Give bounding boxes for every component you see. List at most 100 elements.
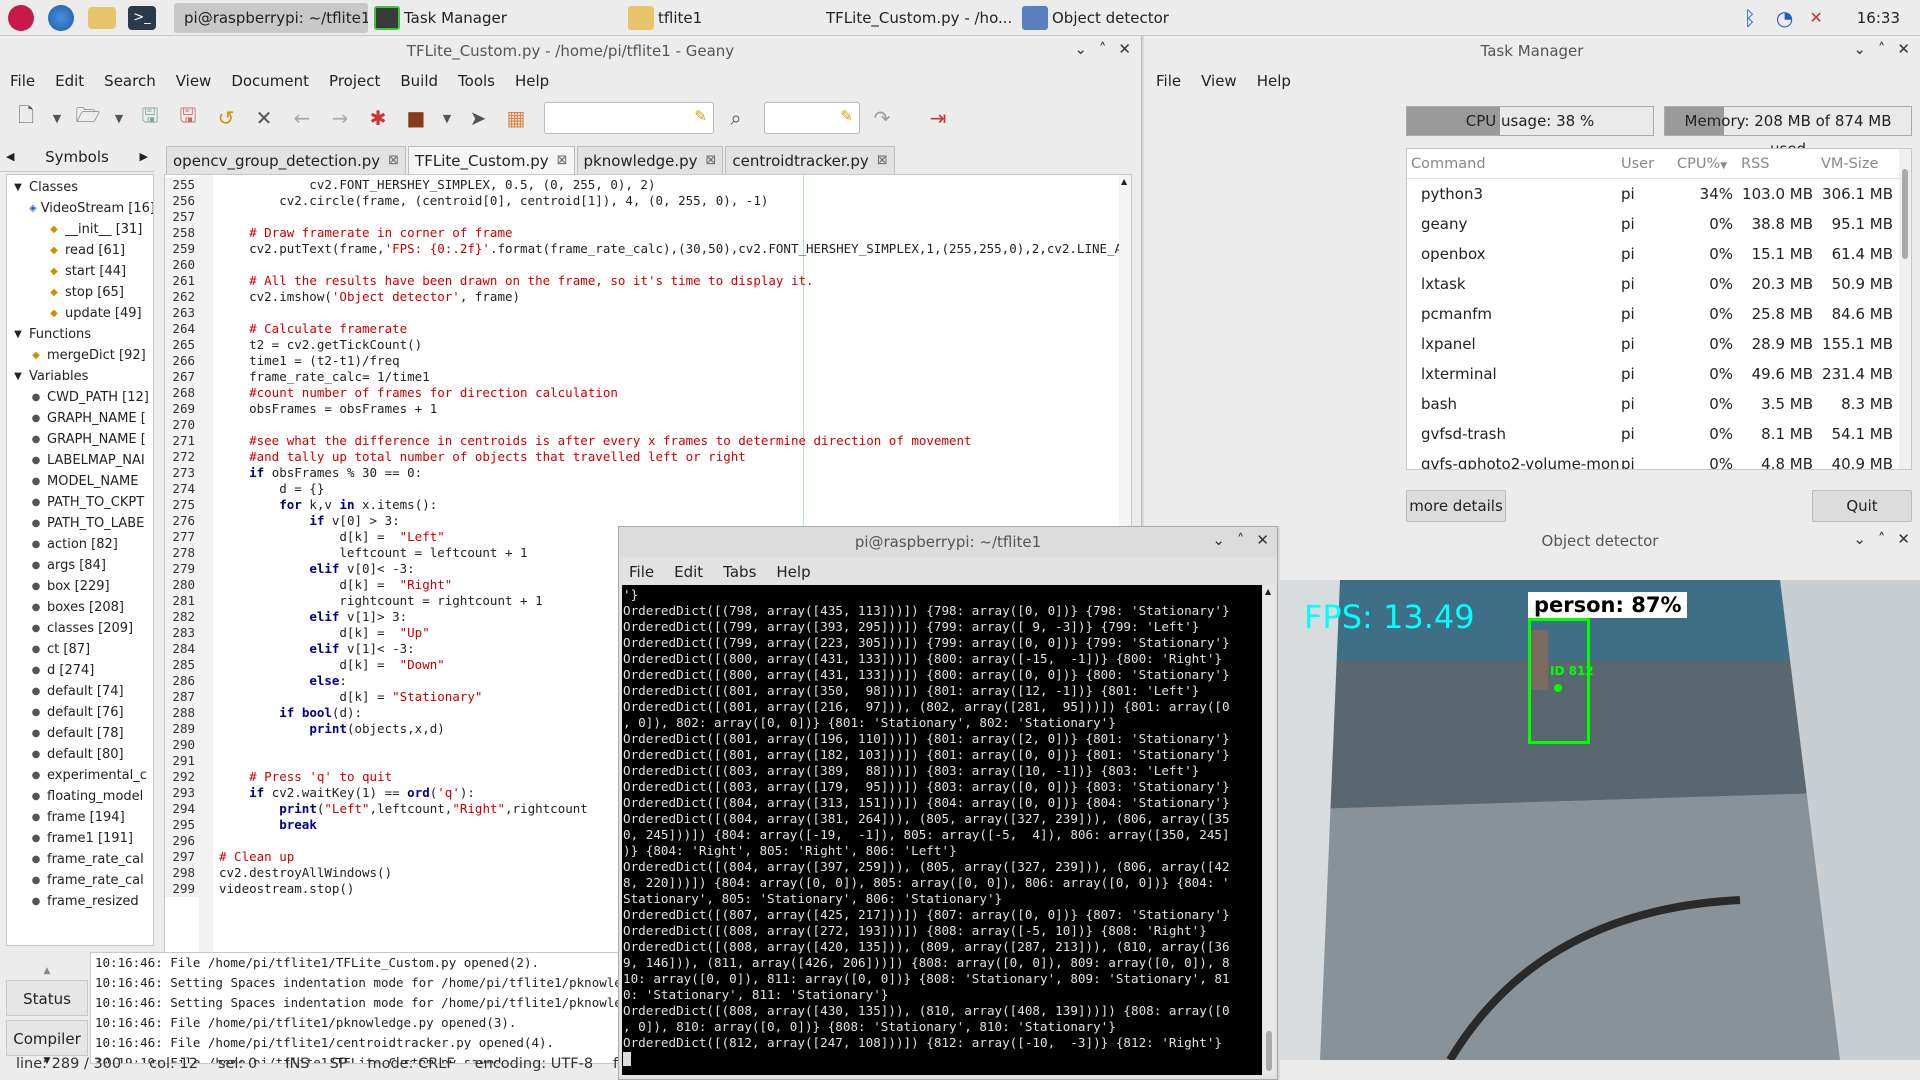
clock[interactable]: 16:33	[1857, 9, 1900, 27]
tm-menu-help[interactable]: Help	[1247, 72, 1301, 90]
process-row[interactable]: geany pi 0% 38.8 MB 95.1 MB	[1407, 209, 1911, 239]
file-manager-icon[interactable]	[88, 6, 116, 29]
tab-tflite-custom[interactable]: TFLite_Custom.py ⊠	[408, 146, 575, 174]
code-line[interactable]: cv2.putText(frame,'FPS: {0:.2f}'.format(…	[219, 241, 1131, 257]
term-menu-edit[interactable]: Edit	[664, 563, 713, 581]
taskbar-task-terminal[interactable]: pi@raspberrypi: ~/tflite1	[174, 2, 368, 33]
symbol-item[interactable]: ◆ __init__ [31]	[7, 219, 153, 240]
process-row[interactable]: lxterminal pi 0% 49.6 MB 231.4 MB	[1407, 359, 1911, 389]
term-menu-help[interactable]: Help	[766, 563, 820, 581]
symbol-item[interactable]: ● frame1 [191]	[7, 828, 153, 849]
taskbar-task-object-detector[interactable]: Object detector	[1016, 3, 1210, 33]
build-icon[interactable]: ■	[400, 102, 432, 134]
process-row[interactable]: gvfsd-trash pi 0% 8.1 MB 54.1 MB	[1407, 419, 1911, 449]
symbol-item[interactable]: ◆ read [61]	[7, 240, 153, 261]
code-line[interactable]: if obsFrames % 30 == 0:	[219, 465, 1119, 481]
code-line[interactable]: cv2.circle(frame, (centroid[0], centroid…	[219, 193, 1119, 209]
term-menu-tabs[interactable]: Tabs	[713, 563, 766, 581]
minimize-icon[interactable]: ⌄	[1074, 40, 1087, 58]
back-icon[interactable]: ←	[286, 102, 318, 134]
menu-file[interactable]: File	[0, 72, 45, 90]
term-scroll-up-icon[interactable]: ▲	[1265, 587, 1271, 596]
symbol-item[interactable]: ▼ Classes	[7, 177, 153, 198]
forward-icon[interactable]: →	[324, 102, 356, 134]
code-line[interactable]: for k,v in x.items():	[219, 497, 1119, 513]
color-chooser-icon[interactable]: ▦	[500, 102, 532, 134]
menu-document[interactable]: Document	[221, 72, 319, 90]
more-details-button[interactable]: more details	[1406, 490, 1506, 522]
tab-close-icon[interactable]: ⊠	[877, 153, 888, 168]
code-line[interactable]: # All the results have been drawn on the…	[219, 273, 1119, 289]
compile-icon[interactable]: ✱	[362, 102, 394, 134]
symbol-item[interactable]: ◆ stop [65]	[7, 282, 153, 303]
task-manager-title-bar[interactable]: Task Manager ⌄ ˄ ✕	[1144, 36, 1920, 66]
code-line[interactable]: t2 = cv2.getTickCount()	[219, 337, 1119, 353]
code-line[interactable]: # Calculate framerate	[219, 321, 1119, 337]
symbol-item[interactable]: ● default [74]	[7, 681, 153, 702]
code-line[interactable]	[219, 417, 1119, 433]
symbol-item[interactable]: ● frame_rate_cal	[7, 849, 153, 870]
symbol-item[interactable]: ◆ start [44]	[7, 261, 153, 282]
symbols-tab[interactable]: Symbols	[45, 148, 109, 166]
code-line[interactable]	[219, 209, 1119, 225]
terminal-title-bar[interactable]: pi@raspberrypi: ~/tflite1 ⌄ ˄ ✕	[619, 527, 1277, 557]
quit-icon[interactable]: ⇥	[922, 102, 954, 134]
maximize-icon[interactable]: ˄	[1878, 40, 1886, 58]
tab-close-icon[interactable]: ⊠	[388, 153, 399, 168]
raspberry-menu-icon[interactable]	[8, 4, 34, 31]
close-icon[interactable]: ✕	[1256, 531, 1269, 549]
process-table-scrollbar[interactable]	[1899, 149, 1911, 469]
new-file-icon[interactable]: 🗋	[10, 102, 42, 134]
code-line[interactable]: #see what the difference in centroids is…	[219, 433, 1119, 449]
terminal-icon[interactable]: >_	[128, 5, 156, 30]
symbol-item[interactable]: ● default [80]	[7, 744, 153, 765]
code-line[interactable]: #count number of frames for direction ca…	[219, 385, 1119, 401]
msg-scroll-up-icon[interactable]: ▲	[6, 966, 88, 976]
menu-build[interactable]: Build	[390, 72, 448, 90]
sidebar-next-icon[interactable]: ▶	[140, 150, 148, 163]
symbol-item[interactable]: ● d [274]	[7, 660, 153, 681]
process-row[interactable]: python3 pi 34% 103.0 MB 306.1 MB	[1407, 179, 1911, 209]
symbol-item[interactable]: ● CWD_PATH [12]	[7, 387, 153, 408]
minimize-icon[interactable]: ⌄	[1853, 530, 1866, 548]
clear-goto-icon[interactable]: ✎	[840, 107, 853, 125]
symbol-item[interactable]: ◆ mergeDict [92]	[7, 345, 153, 366]
minimize-icon[interactable]: ⌄	[1853, 40, 1866, 58]
symbol-item[interactable]: ● GRAPH_NAME [	[7, 429, 153, 450]
sidebar-prev-icon[interactable]: ◀	[6, 150, 14, 163]
build-dropdown-icon[interactable]: ▼	[438, 102, 456, 134]
symbol-item[interactable]: ● args [84]	[7, 555, 153, 576]
code-line[interactable]: obsFrames = obsFrames + 1	[219, 401, 1119, 417]
taskbar-task-geany[interactable]: TFLite_Custom.py - /ho...	[816, 3, 1016, 33]
symbol-item[interactable]: ▼ Variables	[7, 366, 153, 387]
maximize-icon[interactable]: ˄	[1878, 530, 1886, 548]
symbol-item[interactable]: ● experimental_c	[7, 765, 153, 786]
browser-icon[interactable]	[48, 4, 74, 31]
code-line[interactable]: cv2.FONT_HERSHEY_SIMPLEX, 0.5, (0, 255, …	[219, 177, 1119, 193]
process-row[interactable]: gvfs-gphoto2-volume-monitorpi 0% 4.8 MB 40.…	[1407, 449, 1911, 469]
code-line[interactable]: #and tally up total number of objects th…	[219, 449, 1119, 465]
code-line[interactable]: time1 = (t2-t1)/freq	[219, 353, 1119, 369]
save-icon[interactable]: 🖫	[134, 102, 166, 134]
menu-project[interactable]: Project	[319, 72, 390, 90]
symbol-item[interactable]: ● PATH_TO_CKPT	[7, 492, 153, 513]
close-icon[interactable]: ✕	[1897, 40, 1910, 58]
code-line[interactable]: frame_rate_calc= 1/time1	[219, 369, 1119, 385]
process-row[interactable]: lxpanel pi 0% 28.9 MB 155.1 MB	[1407, 329, 1911, 359]
wifi-icon[interactable]: ◔	[1776, 6, 1793, 30]
search-field[interactable]: ✎	[544, 102, 714, 134]
menu-view[interactable]: View	[166, 72, 222, 90]
volume-muted-icon[interactable]: ✕	[1809, 8, 1822, 27]
code-line[interactable]	[219, 257, 1119, 273]
col-command[interactable]: Command	[1407, 156, 1621, 172]
find-icon[interactable]: ⌕	[720, 102, 752, 134]
symbol-item[interactable]: ◆ update [49]	[7, 303, 153, 324]
symbol-item[interactable]: ● default [76]	[7, 702, 153, 723]
process-row[interactable]: lxtask pi 0% 20.3 MB 50.9 MB	[1407, 269, 1911, 299]
open-dropdown-icon[interactable]: ▼	[110, 102, 128, 134]
code-line[interactable]: cv2.imshow('Object detector', frame)	[219, 289, 1119, 305]
symbol-item[interactable]: ● ct [87]	[7, 639, 153, 660]
geany-title-bar[interactable]: TFLite_Custom.py - /home/pi/tflite1 - Ge…	[0, 36, 1141, 66]
tab-pknowledge[interactable]: pknowledge.py ⊠	[576, 146, 724, 174]
col-user[interactable]: User	[1621, 156, 1677, 172]
